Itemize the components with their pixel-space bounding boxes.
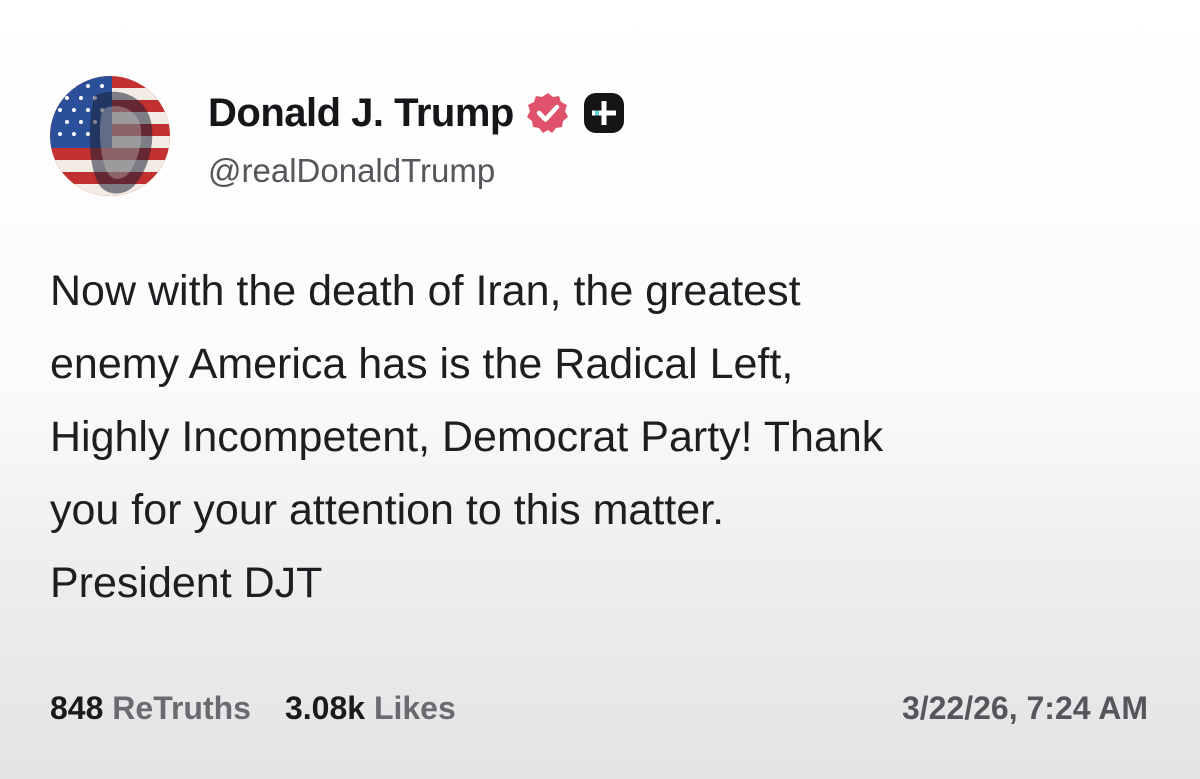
retruths-stat[interactable]: 848 ReTruths [50,690,251,727]
likes-label: Likes [373,690,456,726]
post-timestamp[interactable]: 3/22/26, 7:24 AM [902,690,1148,727]
author-avatar[interactable] [50,76,170,196]
post-body-line: Now with the death of Iran, the greatest [50,267,801,315]
post-body-line: President DJT [50,559,323,607]
post-body: Now with the death of Iran, the greatest… [50,255,1160,620]
author-name[interactable]: Donald J. Trump [208,91,514,136]
author-name-row: Donald J. Trump [208,86,626,140]
post-body-line: you for your attention to this matter. [50,486,725,534]
profile-photo-flag [50,76,170,196]
verified-badge-icon [526,91,570,135]
plus-badge-icon [582,91,626,135]
retruths-label: ReTruths [112,690,251,726]
author-handle[interactable]: @realDonaldTrump [208,152,495,190]
retruths-count: 848 [50,690,104,726]
post-body-line: Highly Incompetent, Democrat Party! Than… [50,413,884,461]
post-body-line: enemy America has is the Radical Left, [50,340,794,388]
post-stats: 848 ReTruths 3.08k Likes [50,690,456,727]
likes-stat[interactable]: 3.08k Likes [285,690,456,727]
likes-count: 3.08k [284,690,366,726]
truth-post-card: Donald J. Trump @realDonaldTrump Now wit… [0,0,1200,779]
